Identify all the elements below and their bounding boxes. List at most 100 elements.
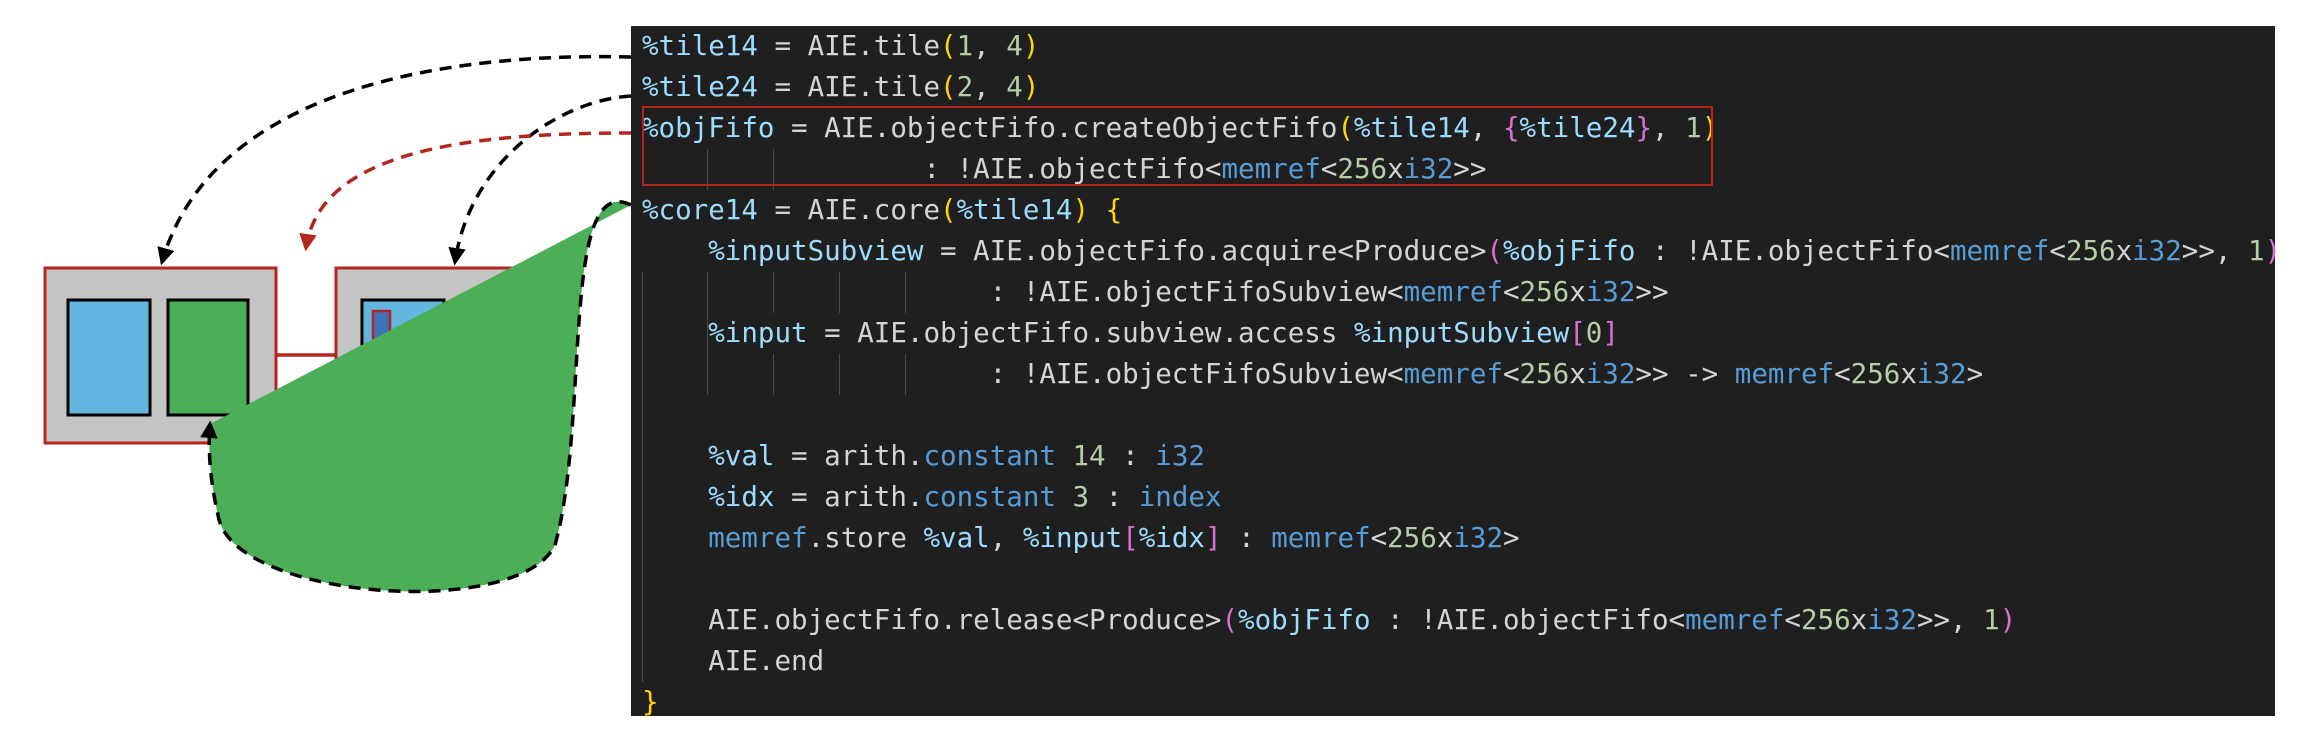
code-token: %objFifo [1502, 235, 1636, 267]
code-line: %val = arith.constant 14 : i32 [642, 436, 1205, 477]
code-editor: %tile14 = AIE.tile(1, 4) %tile24 = AIE.ti… [631, 26, 2281, 718]
code-token: : [1089, 481, 1139, 513]
arrow-tile14-to-tile [157, 54, 631, 266]
code-token: i32 [1155, 440, 1205, 472]
code-token: memref [1949, 235, 2050, 267]
code-token: 256 [1800, 604, 1851, 636]
code-token: %idx [708, 481, 775, 513]
code-token: [ [1569, 317, 1586, 349]
code-line: memref.store %val, %input[%idx] : memref… [642, 518, 1520, 559]
code-token: 256 [1850, 358, 1901, 390]
code-token: %core14 [642, 194, 758, 226]
code-token: ( [940, 30, 957, 62]
code-token: ] [1602, 317, 1619, 349]
code-token: constant [923, 481, 1056, 513]
code-token: memref [708, 522, 808, 554]
code-token: : !AIE.objectFifoSubview< [642, 358, 1404, 390]
code-token: .store [807, 522, 924, 554]
code-token: ) [1072, 194, 1090, 226]
code-token: = AIE.objectFifo.subview.access [807, 317, 1354, 349]
code-token: i32 [1585, 358, 1636, 390]
code-token: < [1502, 358, 1520, 390]
code-line: %input = AIE.objectFifo.subview.access %… [642, 313, 1619, 354]
tile14-memory [66, 298, 152, 417]
code-token: %inputSubview [1353, 317, 1570, 349]
code-line-tile14: %tile14 = AIE.tile(1, 4) [642, 26, 1039, 67]
code-token: x [1569, 358, 1586, 390]
code-token: memref [1403, 276, 1503, 308]
code-token: : !AIE.objectFifo< [1370, 604, 1686, 636]
code-token: < [2049, 235, 2066, 267]
code-token: : !AIE.objectFifoSubview< [642, 276, 1404, 308]
code-token: > [1966, 358, 1984, 390]
code-token: , [989, 522, 1023, 554]
code-token: : !AIE.objectFifo< [1635, 235, 1950, 267]
code-token: 2 [956, 71, 974, 103]
code-token: ) [1022, 30, 1040, 62]
code-token: = AIE.core [757, 194, 941, 226]
code-token: ) [2264, 235, 2282, 267]
code-token: 4 [1006, 30, 1023, 62]
code-token: < [1370, 522, 1388, 554]
tile14-core [166, 298, 250, 417]
code-line: %inputSubview = AIE.objectFifo.acquire<P… [642, 231, 2281, 272]
code-token: : [1221, 522, 1272, 554]
code-token: AIE.end [642, 645, 825, 677]
code-token: ( [940, 194, 957, 226]
code-token: = arith. [774, 440, 924, 472]
code-line: : !AIE.objectFifoSubview<memref<256xi32>… [642, 272, 1669, 313]
code-token: 14 [1072, 440, 1106, 472]
code-token: < [1502, 276, 1520, 308]
code-token: %val [708, 440, 775, 472]
code-token: 256 [1519, 276, 1570, 308]
code-token: ( [1221, 604, 1239, 636]
code-token: >> -> [1635, 358, 1735, 390]
code-token: ) [1022, 71, 1040, 103]
code-token: ( [940, 71, 957, 103]
code-token: x [1900, 358, 1917, 390]
code-objfifo-highlight [642, 106, 1713, 186]
code-token: : [1105, 440, 1156, 472]
code-token: i32 [2132, 235, 2182, 267]
code-token: memref [1734, 358, 1835, 390]
code-token: x [2115, 235, 2133, 267]
code-token: %tile14 [956, 194, 1073, 226]
code-token: 1 [2248, 235, 2265, 267]
code-token: %idx [1138, 522, 1205, 554]
code-token: index [1138, 481, 1222, 513]
code-token: > [1503, 522, 1520, 554]
code-token: i32 [1453, 522, 1504, 554]
code-token: %inputSubview [708, 235, 924, 267]
code-token: 1 [1983, 604, 2000, 636]
code-token: ( [1486, 235, 1503, 267]
code-token: 0 [1585, 317, 1603, 349]
code-token: >> [1635, 276, 1669, 308]
code-token: x [1436, 522, 1454, 554]
code-token: memref [1685, 604, 1785, 636]
code-token: 256 [1519, 358, 1570, 390]
code-token: = arith. [774, 481, 924, 513]
code-token: x [1850, 604, 1868, 636]
code-token: 4 [1006, 71, 1023, 103]
code-token: i32 [1867, 604, 1917, 636]
code-token: } [642, 686, 659, 718]
code-token: >>, [2181, 235, 2249, 267]
code-token: i32 [1916, 358, 1967, 390]
code-token: ] [1204, 522, 1222, 554]
code-line: } [642, 682, 659, 723]
code-line-core14: %core14 = AIE.core(%tile14) { [642, 190, 1122, 231]
code-token: 1 [956, 30, 974, 62]
code-token: %tile24 [642, 71, 758, 103]
code-token: 256 [2065, 235, 2116, 267]
code-line-tile24: %tile24 = AIE.tile(2, 4) [642, 67, 1039, 108]
code-token: , [973, 71, 1007, 103]
code-token: i32 [1585, 276, 1636, 308]
code-token: %val [923, 522, 990, 554]
code-line: AIE.objectFifo.release<Produce>(%objFifo… [642, 600, 2016, 641]
code-token: memref [1403, 358, 1503, 390]
